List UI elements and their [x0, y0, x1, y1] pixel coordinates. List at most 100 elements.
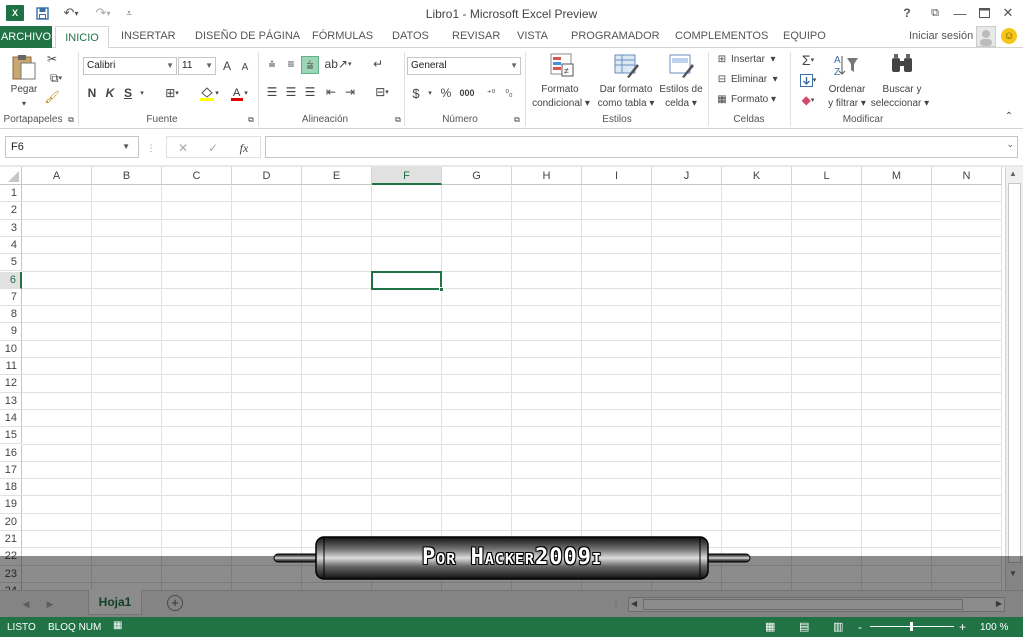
row-header-9[interactable]: 9 — [0, 323, 22, 341]
dialog-launcher-icon[interactable]: ⧉ — [246, 115, 256, 125]
ribbon-display-icon[interactable]: ⧉ — [926, 4, 944, 22]
bold-button[interactable]: N — [86, 85, 98, 101]
column-header-b[interactable]: B — [92, 167, 162, 185]
align-left-icon[interactable]: ☰ — [264, 84, 280, 100]
dialog-launcher-icon[interactable]: ⧉ — [66, 115, 76, 125]
row-header-11[interactable]: 11 — [0, 358, 22, 376]
sort-filter-icon[interactable]: AZ — [832, 51, 860, 79]
row-header-16[interactable]: 16 — [0, 444, 22, 462]
row-header-19[interactable]: 19 — [0, 496, 22, 514]
row-header-18[interactable]: 18 — [0, 479, 22, 497]
enter-icon[interactable]: ✓ — [205, 140, 221, 156]
column-header-f[interactable]: F — [372, 167, 442, 185]
column-header-n[interactable]: N — [932, 167, 1002, 185]
signin-link[interactable]: Iniciar sesión — [909, 30, 973, 42]
tab-complementos[interactable]: COMPLEMENTOS — [675, 30, 768, 42]
format-cells-button[interactable]: Formato ▾ — [731, 93, 776, 106]
formula-input[interactable]: ⌄ — [265, 136, 1018, 158]
underline-dropdown-icon[interactable]: ▾ — [137, 85, 147, 101]
merge-center-icon[interactable]: ⊟ ▾ — [368, 84, 396, 100]
align-middle-icon[interactable]: ≡ — [283, 56, 299, 72]
tab-formulas[interactable]: FÓRMULAS — [312, 30, 373, 42]
tab-programador[interactable]: PROGRAMADOR — [571, 30, 660, 42]
currency-button[interactable]: $ — [410, 85, 422, 101]
conditional-format-label[interactable]: condicional ▾ — [528, 97, 594, 110]
number-format-select[interactable]: General ▼ — [407, 57, 521, 75]
zoom-level[interactable]: 100 % — [980, 622, 1008, 633]
row-header-17[interactable]: 17 — [0, 461, 22, 480]
align-center-icon[interactable]: ☰ — [283, 84, 299, 100]
align-right-icon[interactable]: ☰ — [302, 84, 318, 100]
row-header-5[interactable]: 5 — [0, 254, 22, 272]
autosum-icon[interactable]: Σ ▾ — [796, 52, 820, 68]
column-header-i[interactable]: I — [582, 167, 652, 185]
row-header-7[interactable]: 7 — [0, 288, 22, 307]
font-color-icon[interactable]: A ▾ — [226, 84, 252, 102]
column-header-d[interactable]: D — [232, 167, 302, 185]
macro-record-icon[interactable]: ▦ — [113, 620, 125, 632]
tab-insertar[interactable]: INSERTAR — [121, 30, 176, 42]
close-button[interactable]: ✕ — [999, 4, 1017, 22]
row-header-1[interactable]: 1 — [0, 185, 22, 203]
sort-filter-label[interactable]: Ordenar — [822, 83, 872, 96]
insert-cells-icon[interactable]: ⊞ — [715, 52, 729, 66]
format-painter-icon[interactable]: 🖌 — [44, 89, 60, 105]
fill-icon[interactable]: ▾ — [796, 72, 820, 88]
zoom-out-button[interactable]: - — [858, 620, 862, 634]
tab-equipo[interactable]: EQUIPO — [783, 30, 826, 42]
row-header-8[interactable]: 8 — [0, 306, 22, 324]
paste-icon[interactable] — [10, 52, 38, 82]
align-bottom-icon[interactable]: ⩭ — [301, 56, 319, 74]
underline-button[interactable]: S — [122, 85, 134, 101]
row-header-4[interactable]: 4 — [0, 236, 22, 255]
thousands-button[interactable]: 000 — [457, 85, 477, 101]
tab-revisar[interactable]: REVISAR — [452, 30, 500, 42]
increase-decimal-icon[interactable]: ⁺⁰ — [483, 85, 499, 101]
feedback-smiley-icon[interactable]: ☺ — [1001, 28, 1017, 44]
minimize-button[interactable]: — — [951, 4, 969, 22]
page-layout-view-icon[interactable]: ▤ — [799, 620, 809, 633]
increase-indent-icon[interactable]: ⇥ — [342, 84, 358, 100]
maximize-button[interactable] — [975, 4, 993, 22]
borders-icon[interactable]: ⊞ ▾ — [158, 85, 186, 101]
tab-vista[interactable]: VISTA — [517, 30, 548, 42]
cell-styles-label[interactable]: celda ▾ — [658, 97, 704, 110]
row-header-15[interactable]: 15 — [0, 427, 22, 445]
column-header-m[interactable]: M — [862, 167, 932, 185]
font-size-select[interactable]: 11 ▼ — [178, 57, 216, 75]
dialog-launcher-icon[interactable]: ⧉ — [512, 115, 522, 125]
currency-dropdown-icon[interactable]: ▾ — [425, 85, 435, 101]
column-header-g[interactable]: G — [442, 167, 512, 185]
zoom-in-button[interactable]: + — [959, 620, 966, 634]
row-header-6[interactable]: 6 — [0, 271, 22, 289]
sort-filter-label[interactable]: y filtrar ▾ — [822, 97, 872, 110]
font-family-select[interactable]: Calibri ▼ — [83, 57, 177, 75]
row-header-2[interactable]: 2 — [0, 202, 22, 220]
decrease-indent-icon[interactable]: ⇤ — [323, 84, 339, 100]
format-cells-icon[interactable]: ▦ — [715, 92, 729, 106]
vertical-scroll-thumb[interactable] — [1008, 183, 1021, 563]
insert-function-button[interactable]: fx — [235, 140, 253, 156]
row-header-12[interactable]: 12 — [0, 375, 22, 393]
column-header-l[interactable]: L — [792, 167, 862, 185]
column-header-e[interactable]: E — [302, 167, 372, 185]
conditional-format-icon[interactable]: ≠ — [548, 51, 576, 79]
clear-icon[interactable]: ◆ ▾ — [796, 92, 820, 108]
column-header-a[interactable]: A — [22, 167, 92, 185]
scroll-up-icon[interactable]: ▲ — [1009, 169, 1017, 178]
cut-icon[interactable]: ✂ — [44, 51, 60, 67]
shrink-font-button[interactable]: A — [238, 60, 252, 74]
italic-button[interactable]: K — [104, 85, 116, 101]
delete-cells-button[interactable]: Eliminar ▾ — [731, 73, 778, 86]
column-header-j[interactable]: J — [652, 167, 722, 185]
row-header-14[interactable]: 14 — [0, 409, 22, 428]
cancel-icon[interactable]: ✕ — [175, 140, 191, 156]
align-top-icon[interactable]: ⩮ — [264, 56, 280, 72]
fill-color-icon[interactable]: ▾ — [196, 84, 222, 102]
cell-styles-label[interactable]: Estilos de — [658, 83, 704, 96]
column-header-c[interactable]: C — [162, 167, 232, 185]
find-select-label[interactable]: seleccionar ▾ — [868, 97, 932, 110]
active-cell-f6[interactable] — [371, 270, 444, 292]
dialog-launcher-icon[interactable]: ⧉ — [393, 115, 403, 125]
tab-diseno-de-pagina[interactable]: DISEÑO DE PÁGINA — [195, 30, 300, 42]
